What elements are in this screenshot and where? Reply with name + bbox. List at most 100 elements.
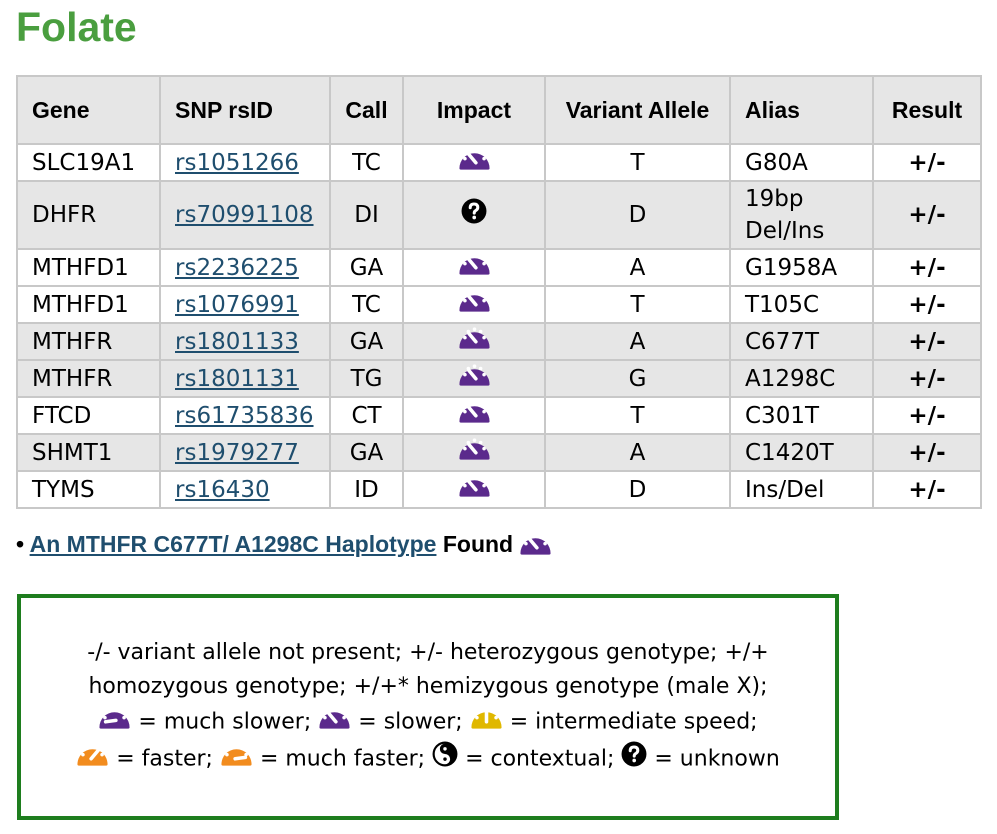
alias-cell: C301T — [729, 396, 874, 435]
call-cell: GA — [329, 322, 404, 361]
legend-label: = slower; — [358, 709, 463, 735]
gene-cell: FTCD — [16, 396, 161, 435]
slower-speedometer-icon — [458, 145, 491, 180]
gene-cell: MTHFR — [16, 359, 161, 398]
gene-cell: MTHFR — [16, 322, 161, 361]
alias-value: G1958A — [745, 254, 838, 281]
legend-label: = contextual; — [465, 746, 615, 772]
header-gene: Gene — [16, 75, 161, 145]
rsid-link[interactable]: rs1979277 — [175, 440, 299, 466]
impact-cell — [402, 180, 546, 250]
table-row: MTHFR rs1801131 TG G A1298C +/- — [16, 359, 982, 398]
legend-label: = unknown — [654, 746, 780, 772]
result-cell: +/- — [872, 433, 982, 472]
variant-allele-cell: T — [544, 143, 731, 182]
slower-speedometer-icon — [318, 704, 351, 741]
table-row: MTHFD1 rs1076991 TC T T105C +/- — [16, 285, 982, 324]
alias-value: C1420T — [745, 439, 834, 466]
rsid-link[interactable]: rs1076991 — [175, 292, 299, 318]
slower-speedometer-icon — [458, 472, 491, 507]
result-cell: +/- — [872, 143, 982, 182]
haplotype-link[interactable]: An MTHFR C677T/ A1298C Haplotype — [30, 531, 437, 557]
gene-cell: SHMT1 — [16, 433, 161, 472]
rsid-link[interactable]: rs70991108 — [175, 202, 314, 228]
header-alias: Alias — [729, 75, 874, 145]
slower-speedometer-icon — [519, 530, 552, 562]
call-cell: DI — [329, 180, 404, 250]
alias-value: T105C — [745, 291, 820, 318]
alias-value: C677T — [745, 328, 820, 355]
rsid-link[interactable]: rs1801133 — [175, 329, 299, 355]
alias-value: C301T — [745, 402, 820, 429]
alias-value: A1298C — [745, 365, 836, 392]
legend-label: = much faster; — [259, 746, 426, 772]
legend-label: = faster; — [116, 746, 213, 772]
result-cell: +/- — [872, 396, 982, 435]
impact-cell — [402, 396, 546, 435]
haplotype-found-label: Found — [442, 531, 514, 558]
table-row: DHFR rs70991108 DI D 19bp Del/Ins +/- — [16, 180, 982, 250]
rsid-cell: rs1801133 — [159, 322, 331, 361]
alias-cell: A1298C — [729, 359, 874, 398]
legend-label: = much slower; — [138, 709, 312, 735]
variant-allele-cell: D — [544, 470, 731, 509]
call-cell: ID — [329, 470, 404, 509]
table-row: SLC19A1 rs1051266 TC T G80A +/- — [16, 143, 982, 182]
rsid-cell: rs70991108 — [159, 180, 331, 250]
bullet: • — [16, 531, 25, 558]
header-snp-rsid: SNP rsID — [159, 75, 331, 145]
rsid-cell: rs16430 — [159, 470, 331, 509]
haplotype-finding: • An MTHFR C677T/ A1298C Haplotype Found — [16, 530, 552, 562]
rsid-link[interactable]: rs16430 — [175, 477, 270, 503]
snp-table: Gene SNP rsID Call Impact Variant Allele… — [16, 75, 982, 509]
rsid-cell: rs1051266 — [159, 143, 331, 182]
rsid-link[interactable]: rs2236225 — [175, 255, 299, 281]
unknown-question-icon — [621, 741, 647, 778]
legend-label: = intermediate speed; — [509, 709, 758, 735]
table-row: MTHFD1 rs2236225 GA A G1958A +/- — [16, 248, 982, 287]
gene-cell: DHFR — [16, 180, 161, 250]
slower-speedometer-icon — [458, 398, 491, 433]
rsid-cell: rs1801131 — [159, 359, 331, 398]
call-cell: GA — [329, 248, 404, 287]
alias-cell: C677T — [729, 322, 874, 361]
rsid-link[interactable]: rs1801131 — [175, 366, 299, 392]
intermediate-speedometer-icon — [470, 704, 503, 741]
impact-cell — [402, 143, 546, 182]
variant-allele-cell: A — [544, 322, 731, 361]
alias-cell: T105C — [729, 285, 874, 324]
header-impact: Impact — [402, 75, 546, 145]
variant-allele-cell: G — [544, 359, 731, 398]
legend-genotype-line-2: homozygous genotype; +/+* hemizygous gen… — [88, 674, 768, 699]
rsid-cell: rs1979277 — [159, 433, 331, 472]
table-row: TYMS rs16430 ID D Ins/Del +/- — [16, 470, 982, 509]
rsid-cell: rs1076991 — [159, 285, 331, 324]
variant-allele-cell: D — [544, 180, 731, 250]
rsid-cell: rs61735836 — [159, 396, 331, 435]
gene-cell: MTHFD1 — [16, 285, 161, 324]
alias-value: Ins/Del — [745, 476, 825, 503]
legend-impact-line-1: = much slower; = slower; = intermediate … — [48, 704, 808, 741]
much-slower-speedometer-icon — [98, 704, 131, 741]
call-cell: TC — [329, 285, 404, 324]
table-row: FTCD rs61735836 CT T C301T +/- — [16, 396, 982, 435]
legend-impact-line-2: = faster; = much faster; = contextual; =… — [48, 741, 808, 778]
faster-speedometer-icon — [76, 741, 109, 778]
much-faster-speedometer-icon — [220, 741, 253, 778]
table-header-row: Gene SNP rsID Call Impact Variant Allele… — [16, 75, 982, 145]
impact-cell — [402, 248, 546, 287]
rsid-cell: rs2236225 — [159, 248, 331, 287]
alias-cell: G80A — [729, 143, 874, 182]
rsid-link[interactable]: rs1051266 — [175, 150, 299, 176]
slower-speedometer-icon — [458, 361, 491, 396]
rsid-link[interactable]: rs61735836 — [175, 403, 314, 429]
result-cell: +/- — [872, 322, 982, 361]
result-cell: +/- — [872, 359, 982, 398]
legend-genotype-line-1: -/- variant allele not present; +/- hete… — [87, 640, 769, 665]
call-cell: GA — [329, 433, 404, 472]
variant-allele-cell: T — [544, 396, 731, 435]
alias-cell: C1420T — [729, 433, 874, 472]
alias-value: G80A — [745, 149, 808, 176]
alias-cell: G1958A — [729, 248, 874, 287]
header-call: Call — [329, 75, 404, 145]
